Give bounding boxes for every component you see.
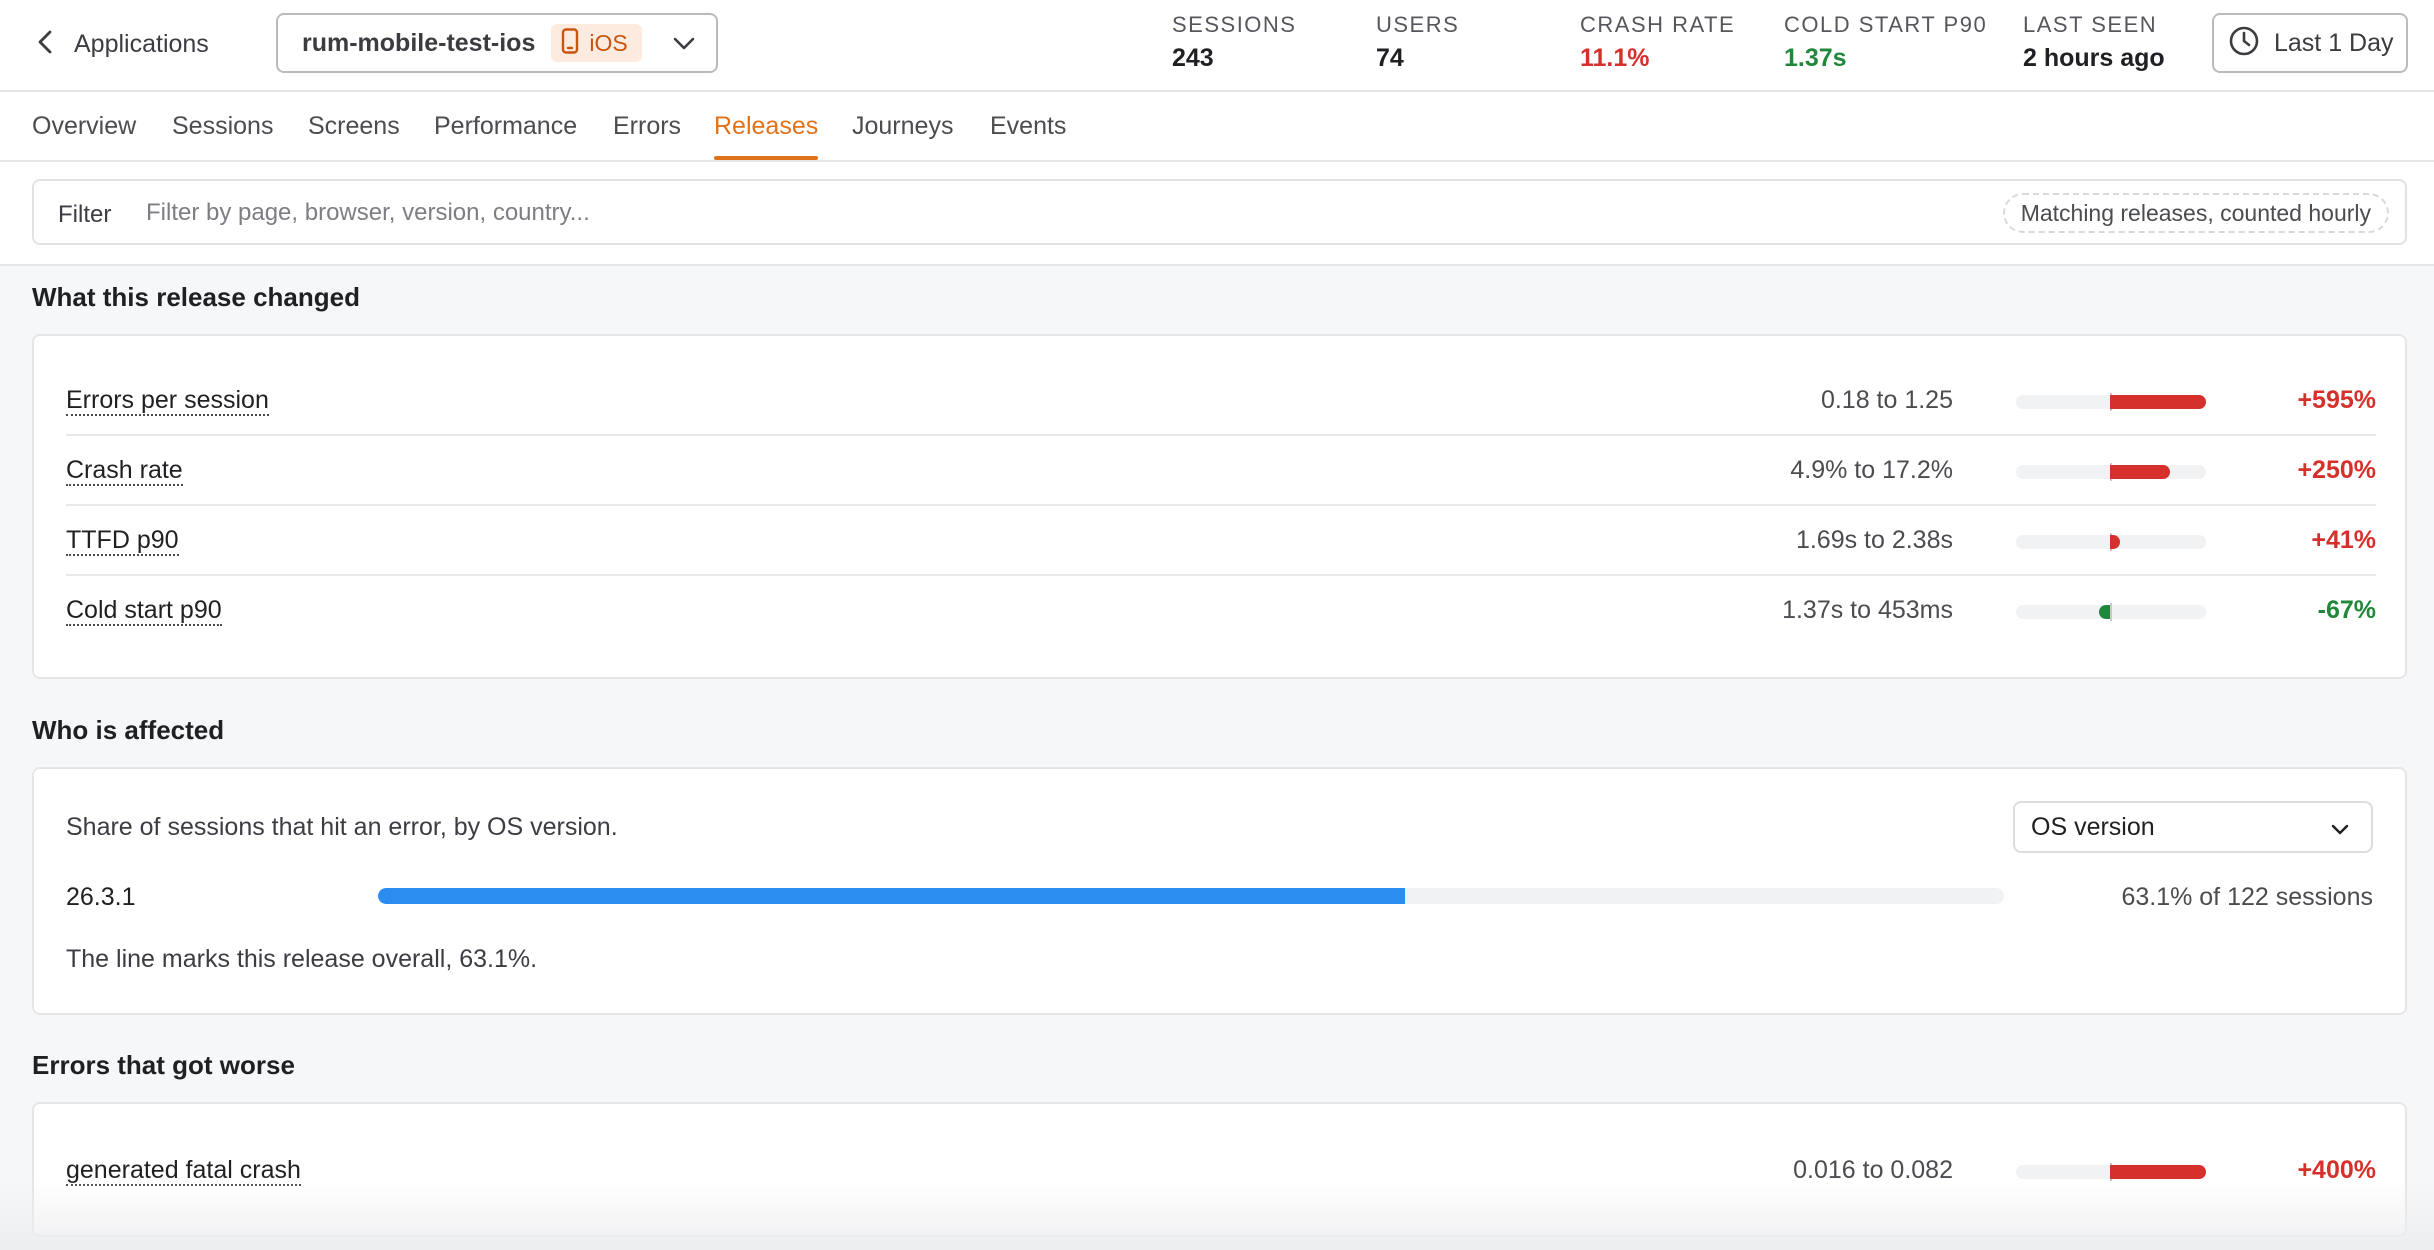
- metric-name[interactable]: Errors per session: [66, 386, 269, 416]
- metric-range: 4.9% to 17.2%: [1790, 456, 1953, 484]
- metric-name[interactable]: TTFD p90: [66, 526, 179, 556]
- back-label: Applications: [74, 29, 209, 58]
- stat-sessions: SESSIONS 243: [1172, 12, 1296, 73]
- affected-title: Who is affected: [32, 715, 225, 745]
- chevron-left-icon: [38, 30, 52, 59]
- tab-sessions[interactable]: Sessions: [172, 112, 273, 141]
- metric-delta: +41%: [2311, 526, 2376, 554]
- stat-label: CRASH RATE: [1580, 12, 1736, 37]
- stat-value: 1.37s: [1784, 44, 1847, 72]
- metric-change-bar: [2016, 533, 2206, 551]
- stat-value: 74: [1376, 44, 1404, 72]
- metric-baseline-tick: [2110, 603, 2112, 621]
- metric-range: 1.69s to 2.38s: [1795, 526, 1953, 554]
- chevron-down-icon: [672, 31, 696, 60]
- metric-name[interactable]: Cold start p90: [66, 596, 222, 626]
- metric-change-fill: [2110, 465, 2170, 479]
- clock-icon: [2228, 25, 2260, 62]
- stat-label: USERS: [1376, 12, 1460, 37]
- metric-range: 1.37s to 453ms: [1782, 596, 1953, 624]
- stat-value: 2 hours ago: [2023, 44, 2165, 72]
- error-change-bar: [2016, 1163, 2206, 1181]
- error-change-fill: [2110, 1165, 2206, 1179]
- filter-label: Filter: [58, 201, 112, 228]
- stat-label: COLD START P90: [1784, 12, 1988, 37]
- metric-change-bar: [2016, 393, 2206, 411]
- filter-section: Filter Matching releases, counted hourly: [0, 162, 2434, 266]
- stat-label: LAST SEEN: [2023, 12, 2158, 37]
- overall-note: The line marks this release overall, 63.…: [66, 945, 538, 973]
- share-bar: [378, 888, 2004, 904]
- error-range: 0.016 to 0.082: [1793, 1156, 1953, 1184]
- stat-cold-start-p90: COLD START P90 1.37s: [1784, 12, 1987, 73]
- tab-overview[interactable]: Overview: [32, 112, 136, 141]
- tab-events[interactable]: Events: [990, 112, 1066, 141]
- chevron-down-icon: [2329, 818, 2351, 847]
- stat-crash-rate: CRASH RATE 11.1%: [1580, 12, 1735, 73]
- tab-performance[interactable]: Performance: [434, 112, 577, 141]
- tab-errors[interactable]: Errors: [613, 112, 681, 141]
- error-row: generated fatal crash 0.016 to 0.082 +40…: [66, 1136, 2376, 1206]
- stat-last-seen: LAST SEEN 2 hours ago: [2023, 12, 2165, 73]
- errors-worse-card: generated fatal crash 0.016 to 0.082 +40…: [32, 1102, 2407, 1237]
- group-by-select[interactable]: OS version: [2013, 801, 2373, 853]
- stat-label: SESSIONS: [1172, 12, 1297, 37]
- release-overall-marker: [1402, 888, 1405, 904]
- release-changes-title: What this release changed: [32, 282, 360, 312]
- application-selector[interactable]: rum-mobile-test-ios iOS: [276, 13, 718, 73]
- metric-delta: -67%: [2317, 596, 2376, 624]
- platform-badge: iOS: [551, 24, 642, 62]
- metric-row: Errors per session 0.18 to 1.25 +595%: [66, 366, 2376, 436]
- metric-row: Crash rate 4.9% to 17.2% +250%: [66, 436, 2376, 506]
- filter-input[interactable]: [146, 195, 1946, 231]
- metric-change-bar: [2016, 463, 2206, 481]
- application-name: rum-mobile-test-ios: [302, 28, 536, 57]
- platform-label: iOS: [589, 29, 628, 56]
- metric-change-fill: [2110, 535, 2120, 549]
- error-delta: +400%: [2297, 1156, 2376, 1184]
- metric-range: 0.18 to 1.25: [1820, 386, 1953, 414]
- filter-bar: Filter Matching releases, counted hourly: [32, 179, 2407, 245]
- metric-name[interactable]: Crash rate: [66, 456, 183, 486]
- metric-change-fill: [2099, 605, 2110, 619]
- metric-row: Cold start p90 1.37s to 453ms -67%: [66, 576, 2376, 646]
- os-version-label: 26.3.1: [66, 883, 136, 911]
- release-changes-card: Errors per session 0.18 to 1.25 +595% Cr…: [32, 334, 2407, 679]
- metric-delta: +250%: [2297, 456, 2376, 484]
- affected-description: Share of sessions that hit an error, by …: [66, 813, 618, 841]
- errors-worse-title: Errors that got worse: [32, 1050, 295, 1080]
- share-bar-fill: [378, 888, 1404, 904]
- tab-bar: Overview Sessions Screens Performance Er…: [0, 92, 2434, 162]
- matching-releases-pill: Matching releases, counted hourly: [2002, 193, 2389, 233]
- tab-screens[interactable]: Screens: [308, 112, 400, 141]
- group-by-value: OS version: [2031, 812, 2155, 841]
- mobile-phone-icon: [561, 27, 579, 59]
- back-to-applications-link[interactable]: Applications: [38, 22, 209, 66]
- metric-delta: +595%: [2297, 386, 2376, 414]
- share-summary: 63.1% of 122 sessions: [2121, 883, 2373, 911]
- tab-journeys[interactable]: Journeys: [852, 112, 953, 141]
- time-range-label: Last 1 Day: [2274, 28, 2394, 57]
- metric-row: TTFD p90 1.69s to 2.38s +41%: [66, 506, 2376, 576]
- time-range-button[interactable]: Last 1 Day: [2212, 13, 2408, 73]
- metric-change-fill: [2110, 395, 2206, 409]
- stat-value: 11.1%: [1580, 44, 1650, 72]
- stat-users: USERS 74: [1376, 12, 1459, 73]
- tab-releases[interactable]: Releases: [714, 112, 819, 160]
- stat-value: 243: [1172, 44, 1214, 72]
- metric-change-bar: [2016, 603, 2206, 621]
- top-bar: Applications rum-mobile-test-ios iOS SES…: [0, 0, 2434, 92]
- error-name[interactable]: generated fatal crash: [66, 1156, 301, 1186]
- affected-card: Share of sessions that hit an error, by …: [32, 767, 2407, 1015]
